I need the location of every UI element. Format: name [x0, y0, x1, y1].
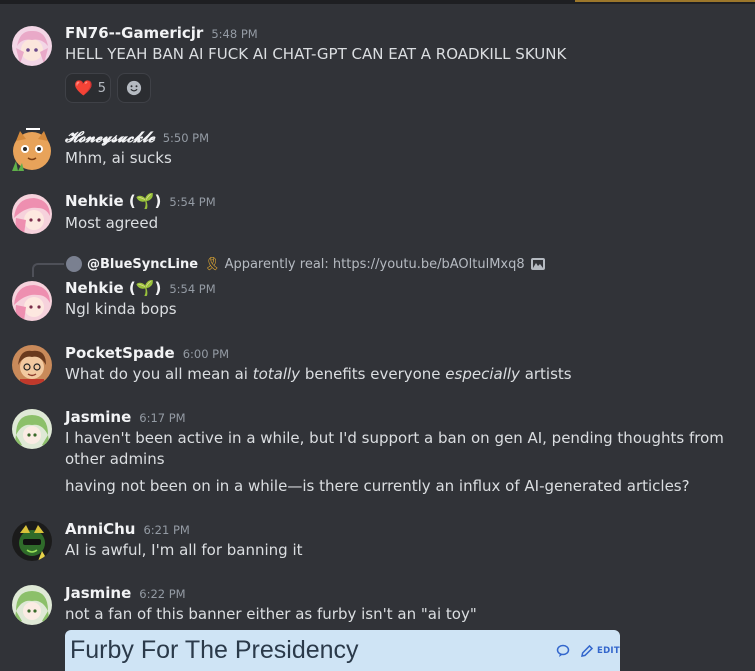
avatar[interactable]: [12, 585, 52, 625]
ribbon-icon: 🎗: [204, 256, 221, 272]
edit-button[interactable]: EDIT: [580, 644, 620, 658]
username[interactable]: Jasmine: [65, 408, 131, 426]
avatar[interactable]: [12, 345, 52, 385]
avatar[interactable]: [10, 127, 54, 171]
reaction-bar: ❤️ 5: [65, 73, 151, 103]
username[interactable]: AnniChu: [65, 520, 135, 538]
timestamp[interactable]: 5:54 PM: [169, 282, 215, 296]
edit-label: EDIT: [596, 646, 620, 656]
text-segment: benefits everyone: [300, 365, 446, 383]
heart-icon: ❤️: [74, 79, 93, 97]
timestamp[interactable]: 6:22 PM: [139, 587, 185, 601]
username[interactable]: Nehkie (🌱): [65, 192, 161, 210]
username[interactable]: Nehkie (🌱): [65, 279, 161, 297]
reply-avatar: [66, 256, 82, 272]
reply-spine: [32, 263, 64, 277]
message-text: What do you all mean ai totally benefits…: [65, 364, 572, 385]
username[interactable]: 𝓗𝓸𝓷𝓮𝔂𝓼𝓾𝓬𝓴𝓵𝓮: [65, 128, 155, 146]
message-text: Ngl kinda bops: [65, 300, 177, 318]
timestamp[interactable]: 6:21 PM: [143, 523, 189, 537]
reply-text[interactable]: Apparently real: https://youtu.be/bAOltu…: [225, 257, 525, 272]
text-segment: artists: [519, 365, 572, 383]
message-text: Most agreed: [65, 214, 159, 232]
avatar[interactable]: [12, 194, 52, 234]
message-text: having not been on in a while—is there c…: [65, 477, 690, 495]
avatar[interactable]: [12, 281, 52, 321]
comment-icon[interactable]: [556, 644, 570, 658]
embed-toolbar: EDIT: [556, 644, 620, 658]
image-icon: [530, 258, 545, 270]
reaction-count: 5: [97, 80, 106, 96]
message-text: HELL YEAH BAN AI FUCK AI CHAT-GPT CAN EA…: [65, 45, 567, 63]
message-text: Mhm, ai sucks: [65, 149, 172, 167]
add-reaction-button[interactable]: [117, 73, 151, 103]
embed-title: Furby For The Presidency: [70, 636, 359, 664]
reply-preview[interactable]: @BlueSyncLine 🎗 Apparently real: https:/…: [66, 256, 545, 272]
message-text: I haven't been active in a while, but I'…: [65, 429, 724, 468]
text-segment: What do you all mean ai: [65, 365, 253, 383]
timestamp[interactable]: 5:50 PM: [163, 131, 209, 145]
avatar[interactable]: [12, 26, 52, 66]
smiley-icon: [126, 80, 142, 96]
avatar[interactable]: [12, 521, 52, 561]
timestamp[interactable]: 6:00 PM: [183, 347, 229, 361]
username[interactable]: Jasmine: [65, 584, 131, 602]
message-text: AI is awful, I'm all for banning it: [65, 541, 303, 559]
message-text: not a fan of this banner either as furby…: [65, 605, 477, 623]
text-emphasis: totally: [252, 365, 301, 383]
top-accent-bar: [575, 0, 755, 2]
pencil-icon: [581, 644, 594, 657]
username[interactable]: FN76--Gamericjr: [65, 24, 203, 42]
timestamp[interactable]: 5:48 PM: [211, 27, 257, 41]
username[interactable]: PocketSpade: [65, 344, 175, 362]
image-embed[interactable]: Furby For The Presidency EDIT: [65, 630, 620, 671]
timestamp[interactable]: 6:17 PM: [139, 411, 185, 425]
reaction-heart[interactable]: ❤️ 5: [65, 73, 111, 103]
text-emphasis: especially: [445, 365, 520, 383]
avatar[interactable]: [12, 409, 52, 449]
timestamp[interactable]: 5:54 PM: [169, 195, 215, 209]
reply-author[interactable]: @BlueSyncLine: [87, 257, 198, 272]
